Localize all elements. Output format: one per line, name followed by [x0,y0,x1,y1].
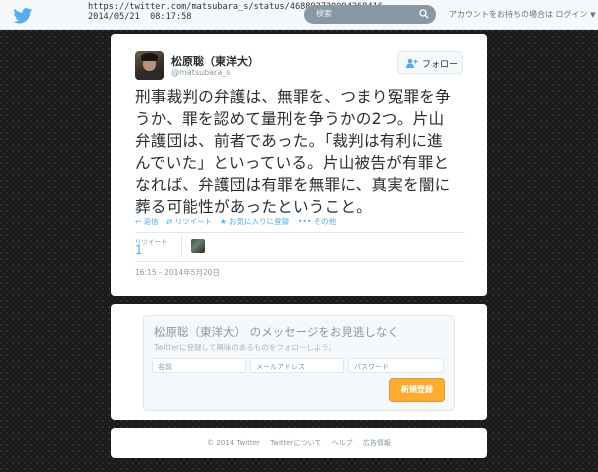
favorite-action[interactable]: ★ お気に入りに登録 [220,216,289,227]
user-fullname[interactable]: 松原聡（東洋大） [171,53,259,69]
footer-ads-link[interactable]: 広告情報 [363,439,391,447]
retweet-label: リツイート [174,217,213,226]
reply-icon: ↩ [135,217,142,226]
tweet-card: 松原聡（東洋大） @matsubara_s フォロー 刑事裁判の弁護は、無罪を、… [111,34,487,296]
tweet-line: 葬る可能性があったということ。 [135,198,372,216]
divider [135,261,465,262]
tweet-line: なれば、弁護団は有罪を無罪に、真実を闇に [135,176,451,194]
tweet-timestamp[interactable]: 16:15 - 2014年5月20日 [135,267,220,278]
signup-subtitle: Twitterに登録して興味のあるものをフォローしよう。 [154,343,336,352]
signup-card: 松原聡（東洋大） のメッセージをお見逃しなく Twitterに登録して興味のある… [111,304,487,420]
magnifier-icon[interactable] [419,9,429,19]
password-placeholder: パスワード [354,363,389,371]
star-icon: ★ [220,217,227,226]
footer: © 2014 Twitter Twitterについて ヘルプ 広告情報 [111,428,487,458]
retweet-icon: ⇄ [166,217,173,226]
tweet-line: 刑事裁判の弁護は、無罪を、つまり冤罪を争 [135,88,451,106]
retweet-action[interactable]: ⇄ リツイート [166,216,212,227]
reply-label: 返信 [143,217,159,226]
more-label: その他 [313,217,337,226]
password-field[interactable]: パスワード [348,358,444,373]
footer-about-link[interactable]: Twitterについて [270,439,321,447]
more-icon: ••• [298,217,312,226]
follow-button[interactable]: フォロー [397,51,463,74]
signup-box: 松原聡（東洋大） のメッセージをお見逃しなく Twitterに登録して興味のある… [143,315,455,411]
email-field[interactable]: メールアドレス [250,358,344,373]
follow-user-icon [406,58,418,68]
email-placeholder: メールアドレス [256,363,305,371]
tweet-text: 刑事裁判の弁護は、無罪を、つまり冤罪を争 うか、罪を認めて量刑を争うかの2つ。片… [135,86,471,218]
search-placeholder: 検索 [316,9,332,18]
tweet-line: 弁護団は、前者であった。「裁判は有利に進 [135,132,443,150]
name-placeholder: 名前 [158,363,172,371]
user-screen-name[interactable]: @matsubara_s [171,68,230,77]
top-bar: https://twitter.com/matsubara_s/status/4… [0,0,598,30]
reply-action[interactable]: ↩ 返信 [135,216,159,227]
favorite-label: お気に入りに登録 [229,217,290,226]
tweet-line: んでいた」といっている。片山被告が有罪と [135,154,450,172]
chevron-down-icon: ▼ [590,11,596,19]
twitter-bird-icon[interactable] [12,8,34,24]
name-field[interactable]: 名前 [152,358,246,373]
tweet-line: うか、罪を認めて量刑を争うかの2つ。片山 [135,110,445,128]
follow-label: フォロー [422,60,459,70]
retweeter-avatar[interactable] [191,239,205,253]
datetime-text: 2014/05/21 08:17:58 [88,12,192,22]
footer-help-link[interactable]: ヘルプ [332,439,353,447]
retweet-stat-count[interactable]: 1 [135,243,143,257]
divider [135,232,465,233]
signup-title: 松原聡（東洋大） のメッセージをお見逃しなく [154,325,399,339]
login-link[interactable]: アカウントをお持ちの場合は ログイン ▼ [449,9,595,20]
more-action[interactable]: ••• その他 [298,216,336,227]
login-text: アカウントをお持ちの場合は ログイン [449,10,588,19]
signup-button[interactable]: 新規登録 [389,378,445,402]
footer-copyright: © 2014 Twitter [207,439,260,447]
stat-separator [181,235,182,258]
footer-links: © 2014 Twitter Twitterについて ヘルプ 広告情報 [111,438,487,448]
search-input[interactable]: 検索 [304,5,436,24]
avatar[interactable] [135,51,164,80]
